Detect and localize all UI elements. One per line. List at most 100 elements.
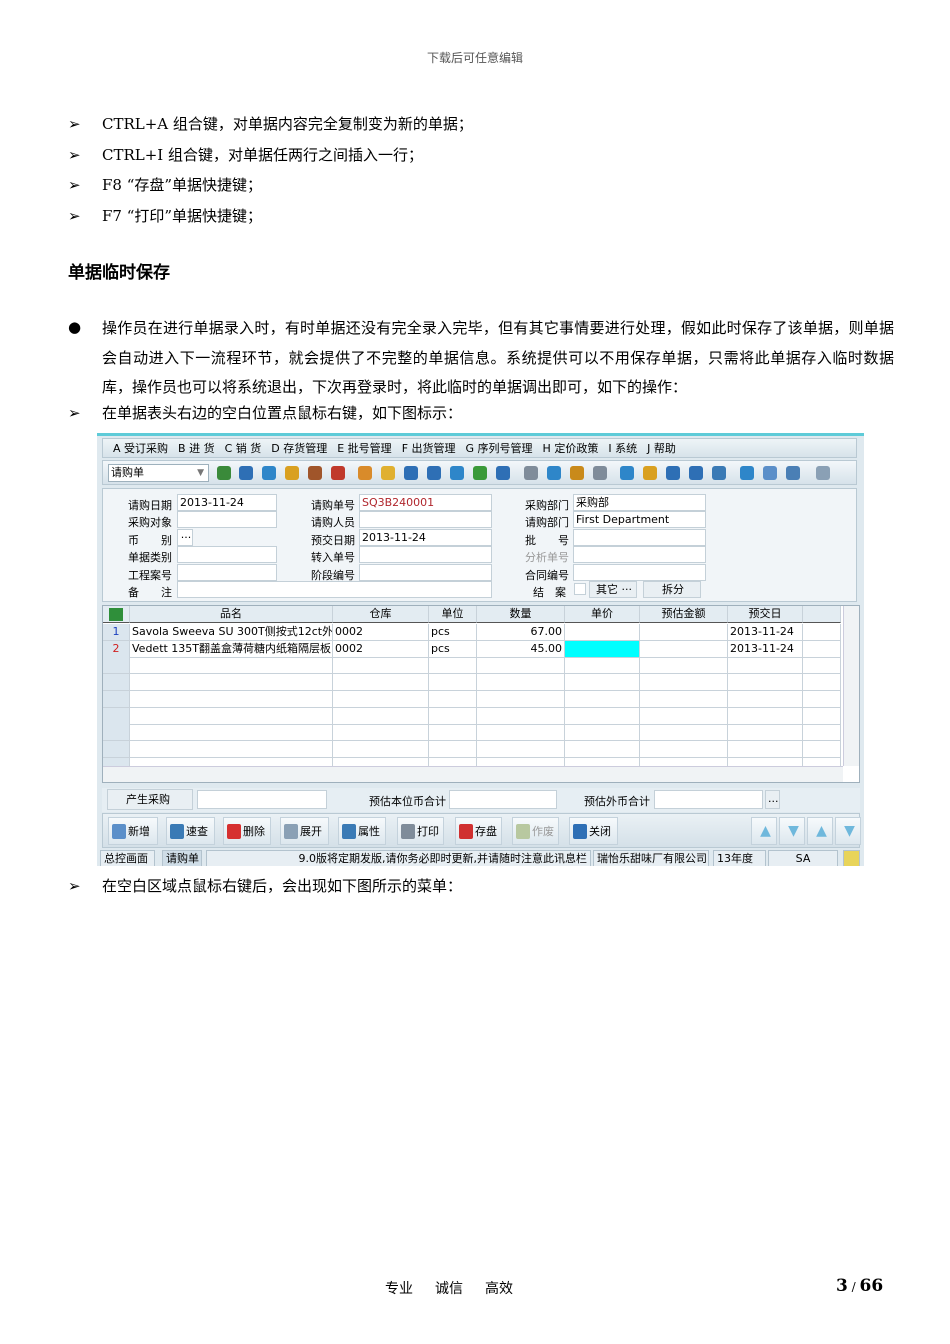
grid-cell[interactable]: pcs bbox=[429, 640, 477, 658]
menu-item[interactable]: G 序列号管理 bbox=[466, 440, 533, 456]
first-record-icon[interactable]: ▲ bbox=[751, 817, 777, 845]
menu-item[interactable]: B 进 货 bbox=[178, 440, 215, 456]
grid-cell[interactable] bbox=[640, 707, 728, 725]
toolbar-icon[interactable] bbox=[816, 466, 830, 480]
grid-cell[interactable] bbox=[477, 657, 565, 675]
grid-cell[interactable] bbox=[429, 707, 477, 725]
grid-cell[interactable] bbox=[803, 740, 841, 758]
toolbar-icon[interactable] bbox=[763, 466, 777, 480]
grid-cell[interactable] bbox=[429, 724, 477, 742]
home-tab[interactable]: 总控画面 bbox=[100, 850, 155, 866]
toolbar-icon[interactable] bbox=[666, 466, 680, 480]
last-record-icon[interactable]: ▼ bbox=[835, 817, 861, 845]
grid-cell[interactable] bbox=[728, 690, 803, 708]
grid-cell[interactable] bbox=[640, 690, 728, 708]
column-header[interactable]: 单位 bbox=[429, 606, 477, 623]
grid-cell[interactable] bbox=[333, 690, 429, 708]
grid-cell[interactable] bbox=[477, 740, 565, 758]
project-no-field[interactable] bbox=[177, 564, 277, 581]
grid-cell[interactable]: 45.00 bbox=[477, 640, 565, 658]
grid-cell[interactable]: 2013-11-24 bbox=[728, 624, 803, 641]
grid-cell[interactable]: 0002 bbox=[333, 640, 429, 658]
contract-no-field[interactable] bbox=[573, 564, 706, 581]
column-header[interactable]: 仓库 bbox=[333, 606, 429, 623]
toolbar-icon[interactable] bbox=[689, 466, 703, 480]
more-button[interactable]: ... bbox=[765, 790, 780, 809]
toolbar-icon[interactable] bbox=[570, 466, 584, 480]
menu-item[interactable]: F 出货管理 bbox=[402, 440, 456, 456]
toolbar-icon[interactable] bbox=[524, 466, 538, 480]
properties-button[interactable]: 属性 bbox=[338, 817, 386, 845]
batch-no-field[interactable] bbox=[573, 529, 706, 546]
request-no-field[interactable]: SQ3B240001 bbox=[359, 494, 492, 511]
requester-field[interactable] bbox=[359, 511, 492, 528]
menu-item[interactable]: I 系统 bbox=[608, 440, 637, 456]
grid-cell[interactable] bbox=[728, 707, 803, 725]
toolbar-icon[interactable] bbox=[547, 466, 561, 480]
toolbar-icon[interactable] bbox=[217, 466, 231, 480]
toolbar-icon[interactable] bbox=[331, 466, 345, 480]
grid-cell[interactable]: 67.00 bbox=[477, 624, 565, 641]
grid-cell[interactable] bbox=[333, 724, 429, 742]
toolbar-icon[interactable] bbox=[786, 466, 800, 480]
column-header[interactable]: 数量 bbox=[477, 606, 565, 623]
grid-cell[interactable] bbox=[333, 740, 429, 758]
column-header[interactable]: 预估金额 bbox=[640, 606, 728, 623]
grid-cell[interactable] bbox=[333, 707, 429, 725]
grid-cell[interactable] bbox=[429, 740, 477, 758]
grid-cell[interactable] bbox=[565, 707, 640, 725]
toolbar-icon[interactable] bbox=[262, 466, 276, 480]
grid-cell[interactable] bbox=[130, 657, 333, 675]
doc-tab[interactable]: 请购单 bbox=[162, 850, 202, 866]
generate-purchase-button[interactable]: 产生采购 bbox=[107, 789, 193, 810]
grid-cell[interactable] bbox=[429, 657, 477, 675]
toolbar-icon[interactable] bbox=[381, 466, 395, 480]
grid-cell[interactable] bbox=[130, 724, 333, 742]
close-case-checkbox[interactable] bbox=[574, 583, 586, 595]
grid-cell[interactable] bbox=[565, 657, 640, 675]
grid-cell[interactable] bbox=[640, 674, 728, 692]
doc-type-select[interactable]: 请购单 ▼ bbox=[108, 464, 209, 482]
menu-item[interactable]: J 帮助 bbox=[647, 440, 676, 456]
prev-record-icon[interactable]: ▼ bbox=[779, 817, 805, 845]
grid-cell[interactable] bbox=[803, 690, 841, 708]
toolbar-icon[interactable] bbox=[740, 466, 754, 480]
grid-cell[interactable] bbox=[429, 690, 477, 708]
excel-export-icon[interactable] bbox=[103, 606, 130, 623]
toolbar-icon[interactable] bbox=[358, 466, 372, 480]
grid-cell[interactable] bbox=[477, 690, 565, 708]
menu-item[interactable]: A 受订采购 bbox=[113, 440, 168, 456]
grid-cell[interactable] bbox=[728, 740, 803, 758]
menu-item[interactable]: E 批号管理 bbox=[337, 440, 391, 456]
toolbar-icon[interactable] bbox=[450, 466, 464, 480]
grid-cell[interactable] bbox=[477, 674, 565, 692]
vertical-scrollbar[interactable] bbox=[843, 606, 859, 766]
toolbar-icon[interactable] bbox=[712, 466, 726, 480]
grid-cell[interactable] bbox=[803, 657, 841, 675]
print-button[interactable]: 打印 bbox=[397, 817, 444, 845]
stage-no-field[interactable] bbox=[359, 564, 492, 581]
toolbar-icon[interactable] bbox=[427, 466, 441, 480]
save-button[interactable]: 存盘 bbox=[455, 817, 502, 845]
toolbar-icon[interactable] bbox=[593, 466, 607, 480]
grid-cell[interactable] bbox=[565, 740, 640, 758]
grid-cell[interactable] bbox=[565, 624, 640, 641]
grid-cell[interactable] bbox=[803, 674, 841, 692]
currency-picker-button[interactable]: ··· bbox=[177, 529, 193, 546]
grid-cell[interactable] bbox=[728, 724, 803, 742]
grid-cell[interactable] bbox=[803, 724, 841, 742]
grid-cell[interactable] bbox=[130, 690, 333, 708]
grid-cell[interactable] bbox=[640, 657, 728, 675]
purchase-dept-field[interactable]: 采购部 bbox=[573, 494, 706, 511]
grid-cell[interactable] bbox=[333, 674, 429, 692]
toolbar-icon[interactable] bbox=[308, 466, 322, 480]
menu-item[interactable]: H 定价政策 bbox=[543, 440, 599, 456]
menu-item[interactable]: D 存货管理 bbox=[271, 440, 327, 456]
grid-cell[interactable] bbox=[565, 724, 640, 742]
grid-cell[interactable] bbox=[429, 674, 477, 692]
grid-cell[interactable]: 2013-11-24 bbox=[728, 640, 803, 658]
grid-cell[interactable] bbox=[565, 690, 640, 708]
grid-cell[interactable] bbox=[640, 740, 728, 758]
message-icon[interactable] bbox=[843, 850, 860, 866]
grid-cell[interactable]: Vedett 135T翻盖盒薄荷糖内纸箱隔层板 \ bbox=[130, 640, 333, 658]
